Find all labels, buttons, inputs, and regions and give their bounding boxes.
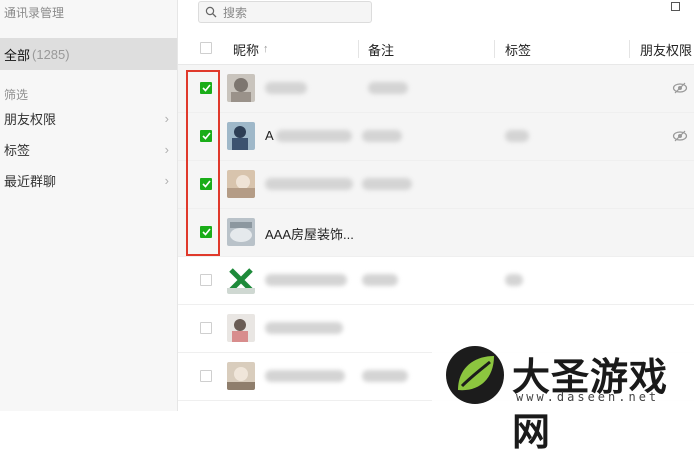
sidebar-item-label: 标签 bbox=[4, 142, 31, 158]
column-label: 备注 bbox=[368, 42, 395, 58]
column-divider bbox=[629, 40, 630, 58]
table-row[interactable]: A bbox=[178, 113, 694, 161]
column-divider bbox=[358, 40, 359, 58]
column-label: 昵称 bbox=[233, 42, 260, 58]
redacted-text bbox=[265, 82, 307, 94]
redacted-remark bbox=[362, 370, 408, 382]
sidebar-item-tags[interactable]: 标签 › bbox=[4, 139, 169, 159]
watermark-url: www.daseen.net bbox=[516, 390, 660, 404]
redacted-tag bbox=[505, 274, 523, 286]
redacted-text bbox=[265, 178, 353, 190]
table-row[interactable]: AAA房屋装饰... bbox=[178, 209, 694, 257]
sidebar-item-all-label: 全部 bbox=[4, 47, 31, 63]
column-header-permission[interactable]: 朋友权限 bbox=[640, 34, 692, 64]
redacted-text bbox=[265, 370, 345, 382]
redacted-text bbox=[265, 274, 347, 286]
table-row[interactable] bbox=[178, 65, 694, 113]
sidebar: 通讯录管理 全部 (1285) 筛选 朋友权限 › 标签 › 最近群聊 › bbox=[0, 0, 178, 411]
column-label: 标签 bbox=[505, 42, 532, 58]
column-label: 朋友权限 bbox=[640, 42, 693, 58]
redacted-text bbox=[265, 322, 343, 334]
sidebar-item-label: 朋友权限 bbox=[4, 111, 57, 127]
avatar bbox=[227, 170, 255, 198]
search-placeholder: 搜索 bbox=[223, 5, 248, 20]
row-checkbox[interactable] bbox=[200, 370, 212, 382]
avatar bbox=[227, 218, 255, 246]
redacted-text bbox=[276, 130, 352, 142]
column-header-remark[interactable]: 备注 bbox=[368, 34, 394, 64]
contact-nickname: AAA房屋装饰... bbox=[265, 227, 354, 242]
sort-ascending-icon: ↑ bbox=[263, 43, 269, 55]
contact-count: (1285) bbox=[32, 46, 70, 62]
watermark: 大圣游戏网 www.daseen.net bbox=[432, 340, 694, 454]
redacted-remark bbox=[368, 82, 408, 94]
redacted-remark bbox=[362, 130, 402, 142]
table-row[interactable] bbox=[178, 161, 694, 209]
chevron-right-icon: › bbox=[164, 141, 169, 157]
avatar bbox=[227, 74, 255, 102]
sidebar-item-all[interactable]: 全部 (1285) bbox=[0, 38, 177, 70]
search-icon bbox=[205, 6, 217, 18]
redacted-remark bbox=[362, 274, 398, 286]
avatar bbox=[227, 362, 255, 390]
sidebar-item-friend-permissions[interactable]: 朋友权限 › bbox=[4, 108, 169, 128]
table-header: 昵称 ↑ 备注 标签 朋友权限 bbox=[178, 34, 694, 65]
avatar bbox=[227, 266, 255, 294]
select-all-checkbox[interactable] bbox=[200, 42, 212, 54]
contact-nickname: A bbox=[265, 128, 274, 143]
redacted-tag bbox=[505, 130, 529, 142]
maximize-button[interactable] bbox=[671, 2, 680, 11]
search-input[interactable]: 搜索 bbox=[198, 1, 372, 23]
chevron-right-icon: › bbox=[164, 110, 169, 126]
sidebar-item-recent-groups[interactable]: 最近群聊 › bbox=[4, 170, 169, 190]
row-checkbox[interactable] bbox=[200, 274, 212, 286]
column-header-nickname[interactable]: 昵称 ↑ bbox=[233, 34, 269, 64]
selection-highlight bbox=[186, 70, 220, 256]
chevron-right-icon: › bbox=[164, 172, 169, 188]
column-divider bbox=[494, 40, 495, 58]
row-checkbox[interactable] bbox=[200, 322, 212, 334]
eye-off-icon bbox=[672, 130, 688, 142]
avatar bbox=[227, 314, 255, 342]
window-title: 通讯录管理 bbox=[4, 6, 65, 20]
avatar bbox=[227, 122, 255, 150]
redacted-remark bbox=[362, 178, 412, 190]
table-row[interactable] bbox=[178, 257, 694, 305]
leaf-logo-icon bbox=[446, 346, 504, 404]
sidebar-item-label: 最近群聊 bbox=[4, 173, 57, 189]
filter-heading: 筛选 bbox=[4, 88, 29, 102]
eye-off-icon bbox=[672, 82, 688, 94]
column-header-tag[interactable]: 标签 bbox=[505, 34, 531, 64]
